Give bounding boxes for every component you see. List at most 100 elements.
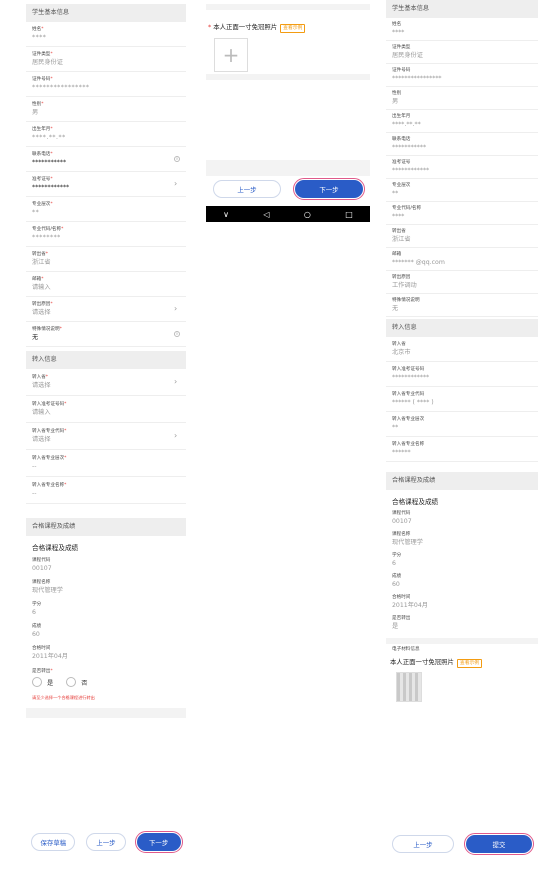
prev-button[interactable]: 上一步 bbox=[213, 180, 281, 198]
review-panel: 学生基本信息 姓名 **** 证件类型 居民身份证 证件号码 **************… bbox=[386, 0, 538, 862]
form-field: 转出省* 浙江省 bbox=[26, 247, 186, 272]
field-value: 男 bbox=[392, 98, 399, 105]
field-label: 转出省* bbox=[32, 252, 49, 257]
divider bbox=[26, 708, 186, 718]
uploaded-photo-thumbnail[interactable] bbox=[396, 672, 422, 702]
field-value[interactable]: *********** bbox=[32, 158, 180, 168]
field-value: 工作调动 bbox=[392, 282, 417, 289]
prev-button[interactable]: 上一步 bbox=[85, 833, 126, 851]
field-value: ** bbox=[392, 190, 399, 197]
convert-label: 是否转出* bbox=[32, 669, 53, 674]
form-field: 准考证号* ************ › bbox=[26, 172, 186, 197]
form-field: 转出原因 工作调动 bbox=[386, 271, 538, 294]
field-label: 转入准考证号码 bbox=[392, 367, 425, 372]
field-value: 60 bbox=[32, 631, 40, 638]
field-value[interactable]: ************ bbox=[32, 183, 180, 193]
field-label: 是否转出 bbox=[392, 616, 411, 621]
chevron-right-icon[interactable]: › bbox=[174, 304, 180, 314]
android-nav-bar: ∨ ◁ ○ □ bbox=[206, 206, 370, 222]
upload-photo-button[interactable]: + bbox=[214, 38, 248, 72]
clear-icon[interactable]: × bbox=[174, 331, 180, 337]
form-field: 学分 6 bbox=[386, 550, 538, 571]
field-value[interactable]: 无 bbox=[32, 333, 180, 343]
field-value: ** bbox=[392, 424, 399, 431]
next-button[interactable]: 下一步 bbox=[293, 178, 365, 200]
field-value[interactable]: -- bbox=[32, 462, 180, 472]
view-sample-tag[interactable]: 查看示例 bbox=[280, 24, 306, 33]
field-value: 居民身份证 bbox=[392, 52, 423, 59]
chevron-right-icon[interactable]: › bbox=[174, 179, 180, 189]
field-value[interactable]: 浙江省 bbox=[32, 258, 180, 268]
divider bbox=[206, 74, 370, 80]
form-field: 是否转出是 bbox=[386, 613, 538, 634]
convert-radio-group: 是 否 bbox=[32, 675, 180, 689]
field-label: 转出原因* bbox=[32, 302, 53, 307]
recent-square-icon[interactable]: □ bbox=[345, 210, 353, 219]
field-value: **************** bbox=[392, 75, 442, 82]
field-value[interactable]: 请输入 bbox=[32, 408, 180, 418]
submit-button[interactable]: 提交 bbox=[464, 833, 534, 855]
field-value[interactable]: ** bbox=[32, 208, 180, 218]
chevron-right-icon[interactable]: › bbox=[174, 377, 180, 387]
form-field: 联系电话 *********** bbox=[386, 133, 538, 156]
field-label: 姓名* bbox=[32, 27, 44, 32]
field-value[interactable]: **** bbox=[32, 33, 180, 43]
prev-button[interactable]: 上一步 bbox=[392, 835, 454, 853]
form-field: 出生年月* ****.**.** bbox=[26, 122, 186, 147]
transfer-info-fields: 转入省* 请选择 › 转入准考证号码* 请输入 转入省专业代码* 请选择 › 转入省专业层次* -… bbox=[26, 369, 186, 504]
form-field: 专业层次 ** bbox=[386, 179, 538, 202]
field-value[interactable]: 请输入 bbox=[32, 283, 180, 293]
form-panel-step-one: 学生基本信息 姓名* **** 证件类型* 居民身份证 证件号码* ***********… bbox=[26, 4, 186, 866]
field-value[interactable]: 请选择 bbox=[32, 381, 180, 391]
form-field: 转入准考证号码* 请输入 bbox=[26, 396, 186, 423]
field-value[interactable]: -- bbox=[32, 489, 180, 499]
field-value[interactable]: 请选择 bbox=[32, 435, 180, 445]
field-label: 转入省专业名称* bbox=[32, 483, 67, 488]
back-triangle-icon[interactable]: ◁ bbox=[263, 210, 269, 219]
section-materials-label: 电子材料信息 bbox=[392, 647, 420, 652]
field-value[interactable]: 男 bbox=[32, 108, 180, 118]
field-label: 转入省专业层次* bbox=[32, 456, 67, 461]
field-value[interactable]: 居民身份证 bbox=[32, 58, 180, 68]
field-value[interactable]: **************** bbox=[32, 83, 180, 93]
form-field: 特殊情况说明无 bbox=[386, 294, 538, 317]
field-label: 邮箱 bbox=[392, 252, 402, 257]
section-header-course: 合格课程及成绩 bbox=[386, 472, 538, 490]
course-fields: 课程代码 00107 课程名称 现代管理学 学分 6 成绩 60 合格时间 2011年04月 是否转… bbox=[386, 508, 538, 634]
field-value: 00107 bbox=[392, 518, 412, 525]
field-value: ****** ( **** ) bbox=[392, 399, 434, 406]
save-draft-button[interactable]: 保存草稿 bbox=[31, 833, 76, 851]
field-label: 专业代码/名称 bbox=[392, 206, 422, 211]
field-value: 现代管理学 bbox=[392, 539, 423, 546]
form-field: 联系电话* *********** × bbox=[26, 147, 186, 172]
home-circle-icon[interactable]: ○ bbox=[304, 210, 311, 219]
form-field: 转入省专业名称 ****** bbox=[386, 437, 538, 462]
field-label: 课程代码 bbox=[392, 511, 411, 516]
form-field: 邮箱 ******* @qq.com bbox=[386, 248, 538, 271]
form-field: 性别* 男 bbox=[26, 97, 186, 122]
radio-yes[interactable] bbox=[32, 677, 42, 687]
section-header-basic: 学生基本信息 bbox=[26, 4, 186, 22]
chevron-down-icon[interactable]: ∨ bbox=[223, 210, 229, 219]
next-button[interactable]: 下一步 bbox=[134, 831, 183, 853]
form-field: 转入省专业名称* -- bbox=[26, 477, 186, 504]
field-value[interactable]: 请选择 bbox=[32, 308, 180, 318]
field-value: ************ bbox=[392, 167, 430, 174]
field-label: 姓名 bbox=[392, 22, 402, 27]
field-value: 60 bbox=[392, 581, 400, 588]
course-title: 合格课程及成绩 bbox=[392, 498, 439, 506]
view-sample-tag[interactable]: 查看示例 bbox=[456, 659, 483, 668]
photo-field-label: 本人正面一寸免冠照片 查看示例 bbox=[386, 655, 538, 668]
chevron-right-icon[interactable]: › bbox=[174, 431, 180, 441]
field-value[interactable]: ******** bbox=[32, 233, 180, 243]
field-label: 特殊情况说明* bbox=[32, 327, 62, 332]
clear-icon[interactable]: × bbox=[174, 156, 180, 162]
radio-no[interactable] bbox=[66, 677, 77, 687]
field-label: 准考证号* bbox=[32, 177, 53, 182]
field-value[interactable]: ****.**.** bbox=[32, 133, 180, 143]
field-value: 6 bbox=[392, 560, 396, 567]
field-value: ******* @qq.com bbox=[392, 259, 445, 266]
section-header-transfer: 转入信息 bbox=[386, 319, 538, 337]
form-field: 成绩 60 bbox=[386, 571, 538, 592]
form-field: 课程代码 00107 bbox=[386, 508, 538, 529]
